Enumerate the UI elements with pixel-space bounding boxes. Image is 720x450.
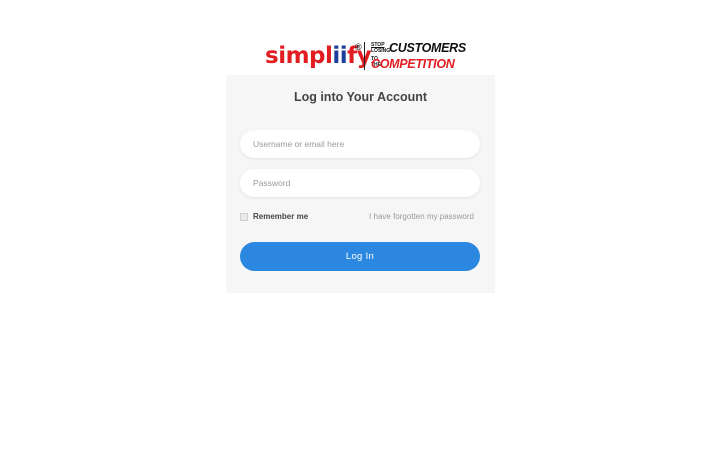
logo-tagline-competition: COMPETITION [371,57,455,71]
login-button[interactable]: Log In [240,242,480,271]
username-input[interactable] [240,130,480,158]
logo-tagline-customers: CUSTOMERS [389,41,466,55]
brand-logo[interactable]: simpliify ® STOP LOSING TO THE CUSTOMERS… [265,40,466,72]
logo-divider [364,42,365,70]
password-input[interactable] [240,169,480,197]
registered-mark: ® [355,42,362,52]
login-card: Log into Your Account Remember me I have… [226,75,495,293]
forgot-password-link[interactable]: I have forgotten my password [369,212,474,221]
remember-me-checkbox[interactable] [240,212,248,221]
login-page: simpliify ® STOP LOSING TO THE CUSTOMERS… [0,0,720,450]
login-title: Log into Your Account [293,90,428,104]
logo-tagline-losing: LOSING [371,48,391,54]
remember-me-label: Remember me [253,212,309,221]
remember-me-toggle[interactable]: Remember me [240,212,308,221]
